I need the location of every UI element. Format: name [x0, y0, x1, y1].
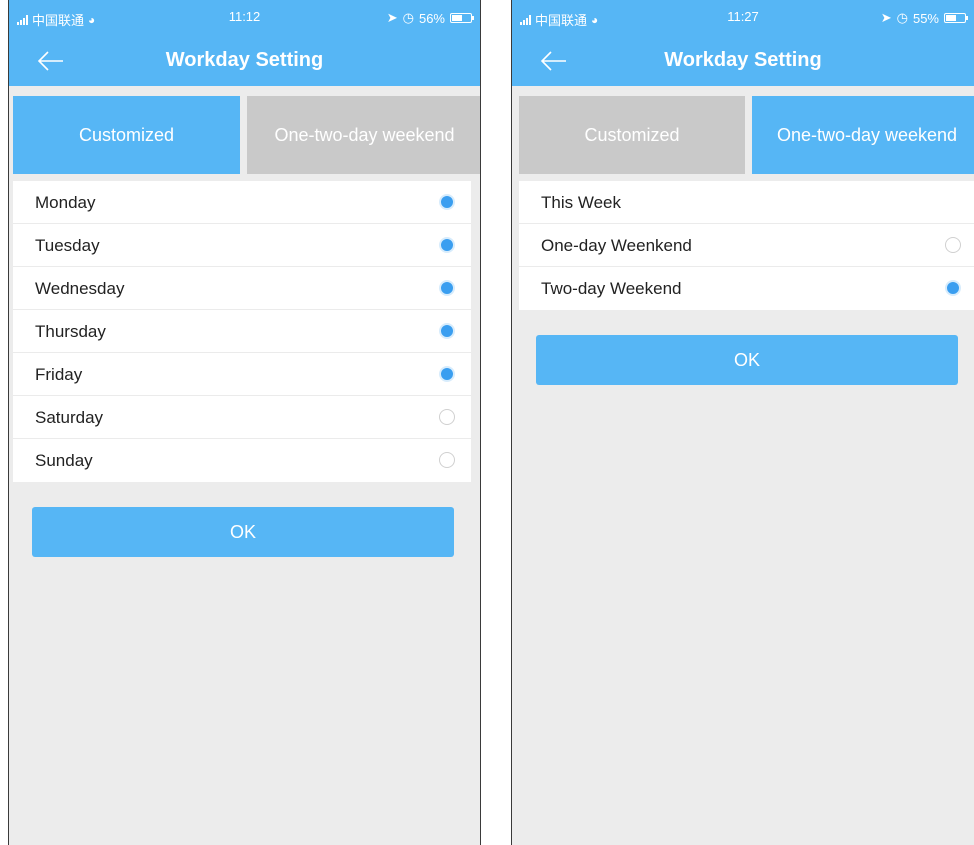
- radio-selected-icon[interactable]: [439, 323, 455, 339]
- battery-percent: 55%: [912, 10, 939, 26]
- list-item[interactable]: Two-day Weekend: [519, 267, 974, 310]
- page-title: Workday Setting: [664, 49, 822, 71]
- list-item-label: Sunday: [35, 451, 93, 470]
- list-item-label: Tuesday: [35, 236, 100, 255]
- nav-bar: Workday Setting: [9, 36, 480, 86]
- tab-one-two-day-weekend[interactable]: One-two-day weekend: [752, 96, 974, 174]
- list-item: This Week: [519, 181, 974, 224]
- list-item[interactable]: Tuesday: [13, 224, 471, 267]
- status-bar: 中国联通 ◕ 11:12 ➤ ◷ 56%: [9, 0, 480, 36]
- phone-screen-customized: 中国联通 ◕ 11:12 ➤ ◷ 56% Workday Setting Cus…: [8, 0, 481, 845]
- list-item-label: One-day Weenkend: [541, 236, 692, 255]
- page-title: Workday Setting: [165, 49, 324, 71]
- status-bar: 中国联通 ◕ 11:27 ➤ ◷ 55%: [512, 0, 974, 36]
- list-item[interactable]: Saturday: [13, 396, 471, 439]
- list-item[interactable]: Monday: [13, 181, 471, 224]
- battery-percent: 56%: [418, 10, 445, 26]
- radio-selected-icon[interactable]: [439, 194, 455, 210]
- location-icon: ➤: [880, 10, 892, 25]
- radio-unselected-icon[interactable]: [439, 452, 455, 468]
- list-item[interactable]: Friday: [13, 353, 471, 396]
- alarm-icon: ◷: [896, 10, 908, 25]
- radio-unselected-icon[interactable]: [439, 409, 455, 425]
- ok-button[interactable]: OK: [32, 507, 454, 557]
- list-item-label: Friday: [35, 365, 83, 384]
- radio-selected-icon[interactable]: [945, 280, 961, 296]
- list-item-label: Wednesday: [35, 279, 125, 298]
- list-item-label: Monday: [35, 193, 96, 212]
- radio-selected-icon[interactable]: [439, 280, 455, 296]
- list-item-label: This Week: [541, 193, 621, 212]
- list-item[interactable]: Wednesday: [13, 267, 471, 310]
- location-icon: ➤: [386, 10, 398, 25]
- mode-tabs: Customized One-two-day weekend: [13, 96, 480, 174]
- mode-tabs: Customized One-two-day weekend: [516, 96, 974, 174]
- list-item-label: Thursday: [35, 322, 106, 341]
- list-item[interactable]: Thursday: [13, 310, 471, 353]
- list-item[interactable]: Sunday: [13, 439, 471, 482]
- weekday-list: Monday Tuesday Wednesday Thursday Friday Satu…: [13, 181, 471, 482]
- list-item[interactable]: One-day Weenkend: [519, 224, 974, 267]
- radio-unselected-icon[interactable]: [945, 237, 961, 253]
- battery-icon: [450, 13, 474, 23]
- tab-customized[interactable]: Customized: [13, 96, 240, 174]
- phone-screen-weekend: 中国联通 ◕ 11:27 ➤ ◷ 55% Workday Setting Cus…: [511, 0, 974, 845]
- tab-customized[interactable]: Customized: [519, 96, 745, 174]
- alarm-icon: ◷: [402, 10, 414, 25]
- list-item-label: Two-day Weekend: [541, 279, 682, 298]
- weekend-option-list: This Week One-day Weenkend Two-day Weekend: [519, 181, 974, 310]
- ok-button[interactable]: OK: [536, 335, 958, 385]
- radio-selected-icon[interactable]: [439, 366, 455, 382]
- radio-selected-icon[interactable]: [439, 237, 455, 253]
- tab-one-two-day-weekend[interactable]: One-two-day weekend: [247, 96, 480, 174]
- battery-icon: [944, 13, 968, 23]
- list-item-label: Saturday: [35, 408, 104, 427]
- nav-bar: Workday Setting: [512, 36, 974, 86]
